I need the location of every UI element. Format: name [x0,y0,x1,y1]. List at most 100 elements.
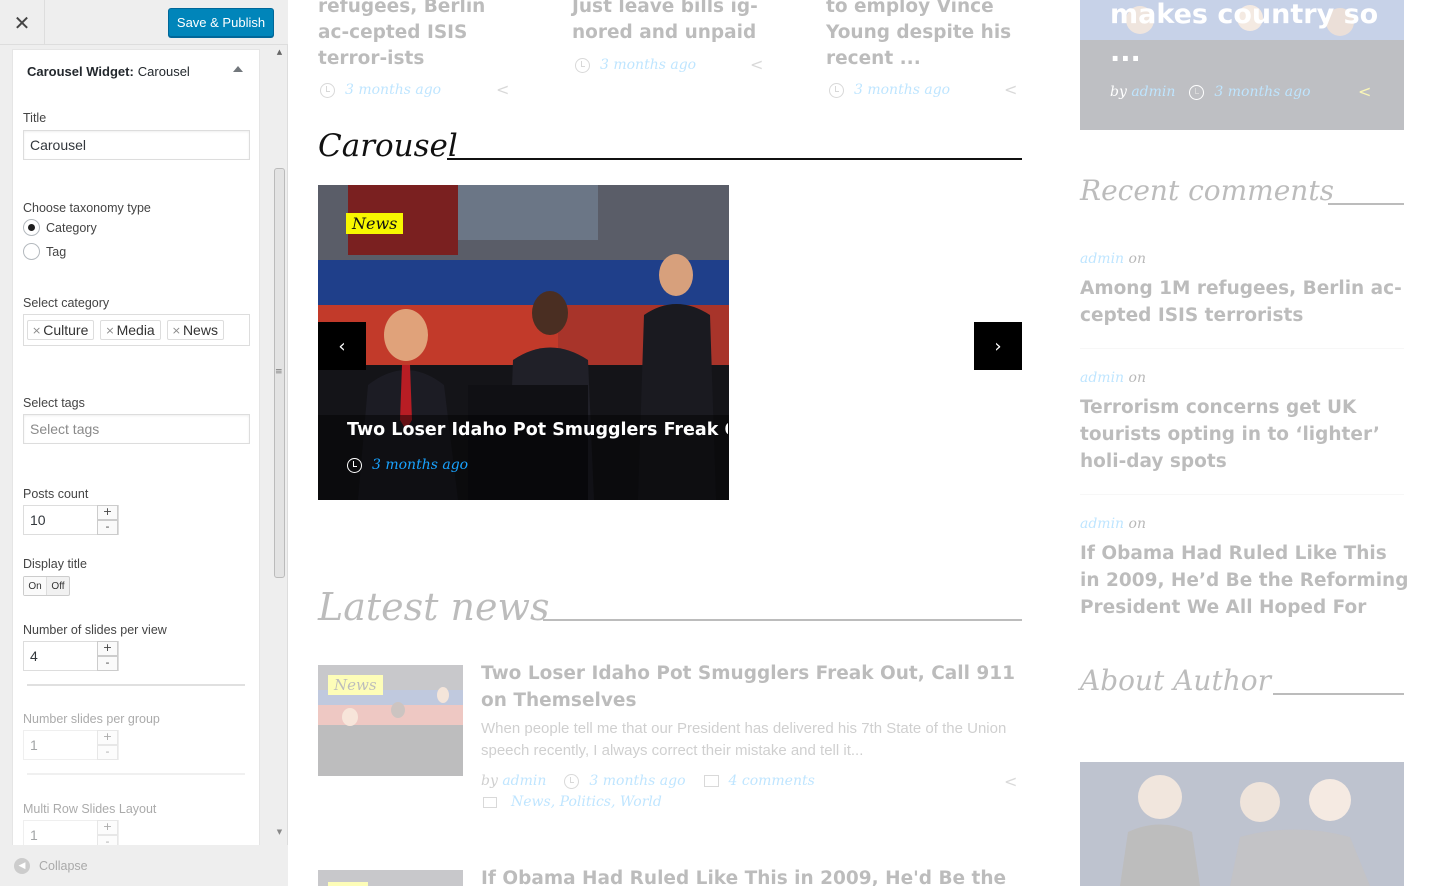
hero-card[interactable]: makes country so ... by admin 3 months a… [1080,0,1404,130]
comment-post-title[interactable]: If Obama Had Ruled Like This in 2009, He… [1080,540,1410,621]
title-label: Title [23,111,47,125]
carousel-prev-button[interactable]: ‹ [318,322,366,370]
comment-post-title[interactable]: Terrorism concerns get UK tourists optin… [1080,394,1410,475]
category-badge[interactable]: News [346,213,404,234]
remove-icon[interactable]: × [105,324,114,337]
widget-header[interactable]: Carousel Widget: Carousel [12,49,260,93]
slide-meta: 3 months ago [347,457,468,473]
share-icon[interactable]: < [496,80,509,99]
category-label: Select category [23,296,110,310]
slide-title[interactable]: Two Loser Idaho Pot Smugglers Freak O [347,420,728,440]
heading-rule [447,158,1022,160]
news-title[interactable]: If Obama Had Ruled Like This in 2009, He… [481,865,1021,886]
customizer-panel: Carousel Widget: Carousel Title Carousel… [0,45,288,845]
comment-author: admin on [1080,251,1146,267]
comment-post-title[interactable]: Among 1M refugees, Berlin ac-cepted ISIS… [1080,275,1410,329]
tags-label: Select tags [23,396,85,410]
about-author-heading: About Author [1080,664,1271,697]
category-select[interactable]: × Culture × Media × News [23,314,250,346]
carousel-heading: Carousel [318,128,458,164]
share-icon[interactable]: < [1358,82,1371,101]
category-badge[interactable]: News [328,675,383,695]
post-title[interactable]: to employ Vince Young despite his recent… [826,0,1026,72]
widget-header-name: Carousel [137,63,190,79]
share-icon[interactable]: < [1004,80,1017,99]
multi-row-stepper[interactable]: + - [97,820,118,845]
news-thumbnail[interactable]: News [318,665,463,776]
slides-per-group-stepper[interactable]: + - [97,730,118,760]
clock-icon [829,82,844,98]
scroll-up-icon[interactable]: ▲ [273,48,286,58]
hero-title[interactable]: makes country so ... [1110,0,1400,72]
close-icon[interactable]: ✕ [0,0,45,45]
collapse-label: Collapse [39,858,88,873]
toggle-on[interactable]: On [24,577,47,595]
radio-category-label: Category [46,220,97,235]
author-link[interactable]: admin [1131,84,1175,100]
radio-checked-icon[interactable] [23,219,40,236]
divider [27,684,245,686]
folder-icon [483,796,497,808]
comment-author: admin on [1080,370,1146,386]
divider [1080,494,1404,495]
slides-per-view-stepper[interactable]: + - [97,641,118,671]
hero-meta: by admin 3 months ago [1110,84,1311,100]
remove-icon[interactable]: × [172,324,181,337]
comment-author: admin on [1080,516,1146,532]
decrement-button[interactable]: - [97,835,118,845]
increment-button[interactable]: + [97,641,118,656]
category-chip[interactable]: × News [166,320,224,340]
recent-comments-heading: Recent comments [1080,174,1334,207]
author-photo [1080,762,1404,886]
toggle-off[interactable]: Off [47,577,69,595]
category-chip[interactable]: × Media [100,320,161,340]
clock-icon [347,457,362,473]
decrement-button[interactable]: - [97,520,118,535]
heading-rule [1328,203,1404,205]
display-title-toggle[interactable]: On Off [23,576,70,596]
posts-count-stepper[interactable]: + - [97,505,118,535]
post-title[interactable]: Just leave bills ig-nored and unpaid [572,0,772,46]
increment-button[interactable]: + [97,730,118,745]
share-icon[interactable]: < [750,55,763,74]
resize-grip-icon[interactable]: ≡ [275,367,283,379]
collapse-arrow-icon[interactable] [233,66,243,72]
remove-icon[interactable]: × [32,324,41,337]
customizer-header: ✕ Save & Publish [0,0,288,45]
multi-row-label: Multi Row Slides Layout [23,802,157,816]
title-input[interactable]: Carousel [23,130,250,160]
news-categories: News, Politics, World [483,794,662,810]
save-publish-button[interactable]: Save & Publish [168,8,274,37]
comments-link[interactable]: 4 comments [729,773,815,789]
post-title[interactable]: refugees, Berlin ac-cepted ISIS terror-i… [318,0,518,72]
increment-button[interactable]: + [97,505,118,520]
tags-select[interactable]: Select tags [23,414,250,444]
share-icon[interactable]: < [1004,772,1017,791]
increment-button[interactable]: + [97,820,118,835]
news-excerpt: When people tell me that our President h… [481,720,1007,759]
collapse-button[interactable]: ◀ Collapse [0,845,288,886]
sidebar-scrollbar[interactable]: ▲ ▼ [273,48,286,838]
customizer-sidebar: ✕ Save & Publish Carousel Widget: Carous… [0,0,288,886]
scroll-down-icon[interactable]: ▼ [273,828,286,838]
news-title[interactable]: Two Loser Idaho Pot Smugglers Freak Out,… [481,660,1021,714]
radio-tag-label: Tag [46,244,67,259]
category-chip[interactable]: × Culture [27,320,95,340]
clock-icon [320,82,335,98]
carousel-next-button[interactable]: › [974,322,1022,370]
posts-count-label: Posts count [23,487,89,501]
decrement-button[interactable]: - [97,656,118,671]
decrement-button[interactable]: - [97,745,118,760]
radio-tag[interactable]: Tag [23,243,66,260]
author-link[interactable]: admin [502,773,546,789]
heading-rule [543,619,1022,621]
taxonomy-label: Choose taxonomy type [23,201,151,215]
radio-category[interactable]: Category [23,219,97,236]
clock-icon [1189,84,1205,100]
radio-unchecked-icon[interactable] [23,243,40,260]
comment-icon [703,775,719,787]
news-thumbnail[interactable] [318,870,463,886]
tags-placeholder: Select tags [30,421,100,437]
clock-icon [564,773,580,789]
carousel-slide[interactable]: News [318,185,729,500]
